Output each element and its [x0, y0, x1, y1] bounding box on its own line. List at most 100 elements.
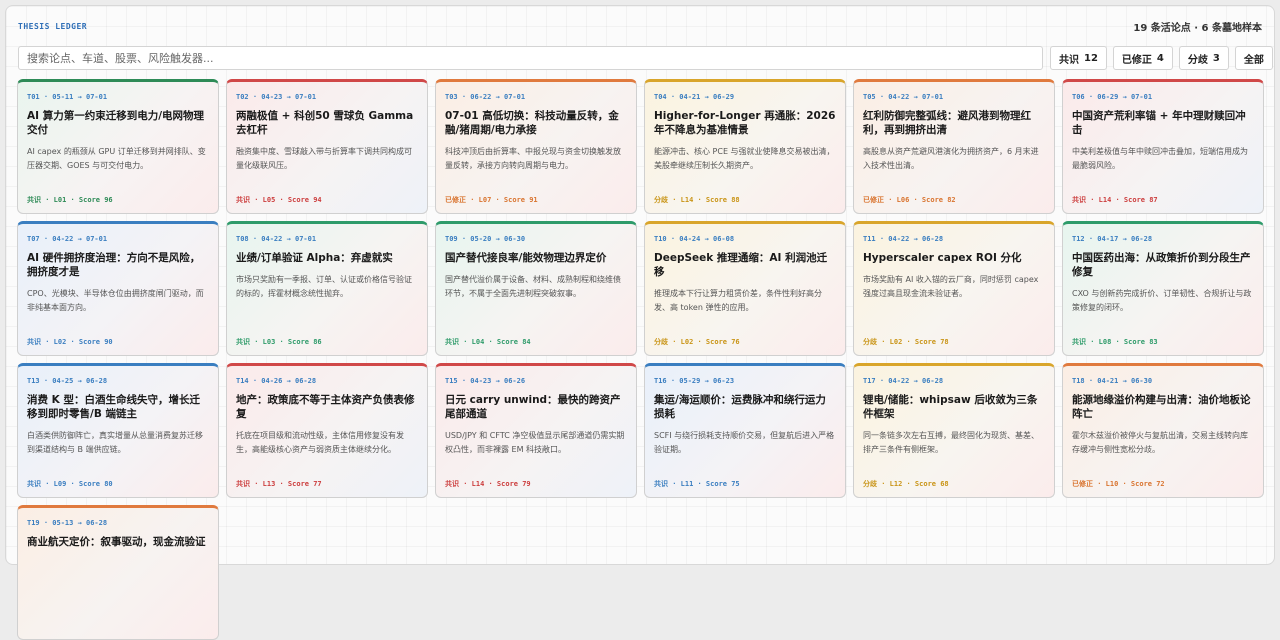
card-description: 科技冲顶后由折算率、中报兑现与资金切换触发放量反转，承接方向转向周期与电力。 [445, 147, 621, 170]
card-meta: T08 · 04-22 → 07-01 [236, 235, 317, 243]
thesis-card[interactable]: T15 · 04-23 → 06-26 日元 carry unwind：最快的跨资… [435, 363, 637, 498]
card-description: 能源冲击、核心 PCE 与强就业使降息交易被出清，美股牵继续压制长久期资产。 [654, 147, 835, 170]
card-footer: 共识 · L01 · Score 96 [27, 196, 113, 204]
card-meta: T14 · 04-26 → 06-28 [236, 377, 317, 385]
card-footer: 共识 · L09 · Score 80 [27, 480, 113, 488]
card-footer: 共识 · L14 · Score 79 [445, 480, 531, 488]
thesis-card[interactable]: T16 · 05-29 → 06-23 集运/海运顺价：运费脉冲和绕行运力损耗 SC… [644, 363, 846, 498]
card-title: 中国资产荒利率锚 + 年中理财赎回冲击 [1072, 110, 1246, 136]
thesis-card[interactable]: T13 · 04-25 → 06-28 消费 K 型：白酒生命线失守，增长迁移到即… [17, 363, 219, 498]
thesis-card[interactable]: T11 · 04-22 → 06-28 Hyperscaler capex ROI… [853, 221, 1055, 356]
card-meta: T19 · 05-13 → 06-28 [27, 519, 108, 527]
card-description: AI capex 的瓶颈从 GPU 订单迁移到并网排队、变压器交期、GOES 与… [27, 147, 206, 170]
thesis-card[interactable]: T02 · 04-23 → 07-01 两融极值 + 科创50 雪球负 Gamma… [226, 79, 428, 214]
card-description: 高股息从资产荒避风港演化为拥挤资产，6 月末进入技术性出清。 [863, 147, 1039, 170]
thesis-card[interactable]: T12 · 04-17 → 06-28 中国医药出海：从政策折价到分段生产修复 CX… [1062, 221, 1264, 356]
thesis-count-summary: 19 条活论点 · 6 条墓地样本 [1133, 22, 1262, 34]
thesis-card[interactable]: T14 · 04-26 → 06-28 地产：政策底不等于主体资产负债表修复 托底在… [226, 363, 428, 498]
card-footer: 共识 · L13 · Score 77 [236, 480, 322, 488]
card-footer: 已修正 · L07 · Score 91 [445, 196, 538, 204]
card-description: 市场只奖励有一季报、订单、认证或价格信号验证的标的，挥霍材概念统性抛弃。 [236, 275, 412, 298]
filter-label: 已修正 [1121, 54, 1152, 66]
filter-count: 3 [1212, 52, 1220, 64]
card-footer: 共识 · L05 · Score 94 [236, 196, 322, 204]
thesis-card[interactable]: T18 · 04-21 → 06-30 能源地缘溢价构建与出清：油价地板论阵亡 霍尔… [1062, 363, 1264, 498]
filter-label: 全部 [1243, 54, 1264, 66]
card-footer: 分歧 · L02 · Score 78 [863, 338, 949, 346]
card-title: 商业航天定价：叙事驱动，现金流验证 [27, 536, 206, 548]
card-description: 融资集中度、雪球敲入带与折算率下调共同构成可量化级联风压。 [236, 147, 412, 170]
card-meta: T11 · 04-22 → 06-28 [863, 235, 944, 243]
card-meta: T10 · 04-24 → 06-08 [654, 235, 735, 243]
card-footer: 分歧 · L12 · Score 68 [863, 480, 949, 488]
card-title: 业绩/订单验证 Alpha：弃虚就实 [236, 252, 393, 264]
card-title: 日元 carry unwind：最快的跨资产尾部通道 [445, 394, 621, 420]
card-footer: 分歧 · L14 · Score 88 [654, 196, 740, 204]
search-input[interactable] [18, 46, 1043, 70]
card-title: DeepSeek 推理通缩：AI 利润池迁移 [654, 252, 828, 278]
card-footer: 共识 · L08 · Score 83 [1072, 338, 1158, 346]
top-bar: THESIS LEDGER 19 条活论点 · 6 条墓地样本 [18, 16, 1262, 36]
thesis-card-grid: T01 · 05-11 → 07-01 AI 算力第一约束迁移到电力/电网物理交付… [17, 79, 1264, 640]
thesis-card[interactable]: T10 · 04-24 → 06-08 DeepSeek 推理通缩：AI 利润池迁… [644, 221, 846, 356]
card-meta: T18 · 04-21 → 06-30 [1072, 377, 1153, 385]
thesis-card[interactable]: T17 · 04-22 → 06-28 锂电/储能：whipsaw 后收敛为三条件… [853, 363, 1055, 498]
card-footer: 已修正 · L10 · Score 72 [1072, 480, 1165, 488]
thesis-card[interactable]: T19 · 05-13 → 06-28 商业航天定价：叙事驱动，现金流验证 [17, 505, 219, 640]
thesis-card[interactable]: T08 · 04-22 → 07-01 业绩/订单验证 Alpha：弃虚就实市场只… [226, 221, 428, 356]
card-meta: T05 · 04-22 → 07-01 [863, 93, 944, 101]
thesis-card[interactable]: T03 · 06-22 → 07-01 07-01 高低切换：科技动量反转，金融/… [435, 79, 637, 214]
card-meta: T04 · 04-21 → 06-29 [654, 93, 735, 101]
card-meta: T09 · 05-20 → 06-30 [445, 235, 526, 243]
card-title: 07-01 高低切换：科技动量反转，金融/猪周期/电力承接 [445, 110, 619, 136]
filter-label: 分歧 [1187, 54, 1208, 66]
card-footer: 共识 · L14 · Score 87 [1072, 196, 1158, 204]
app-window: THESIS LEDGER 19 条活论点 · 6 条墓地样本 共识 12 已修… [5, 5, 1275, 640]
card-description: 市场奖励有 AI 收入锚的云厂商，同时惩罚 capex 强度过高且现金流未验证者… [863, 275, 1039, 298]
card-description: 同一条链多次左右互搏，最终固化为现货、基差、排产三条件有侧框架。 [863, 431, 1039, 454]
card-title: 国产替代接良率/能效物理边界定价 [445, 252, 607, 264]
card-description: CXO 与创新药完成折价、订单韧性、合规折让与政策修复的闭环。 [1072, 289, 1252, 312]
thesis-card[interactable]: T01 · 05-11 → 07-01 AI 算力第一约束迁移到电力/电网物理交付… [17, 79, 219, 214]
card-footer: 分歧 · L02 · Score 76 [654, 338, 740, 346]
card-title: 中国医药出海：从政策折价到分段生产修复 [1072, 252, 1251, 278]
filter-all-button[interactable]: 全部 [1234, 46, 1273, 70]
filter-consensus-button[interactable]: 共识 12 [1050, 46, 1107, 70]
filter-label: 共识 [1059, 54, 1079, 66]
card-meta: T01 · 05-11 → 07-01 [27, 93, 108, 101]
thesis-card[interactable]: T04 · 04-21 → 06-29 Higher-for-Longer 再通胀… [644, 79, 846, 214]
card-title: 两融极值 + 科创50 雪球负 Gamma 去杠杆 [236, 110, 414, 136]
filter-count: 4 [1156, 52, 1164, 64]
card-meta: T17 · 04-22 → 06-28 [863, 377, 944, 385]
filter-divergent-button[interactable]: 分歧 3 [1178, 46, 1229, 70]
thesis-card[interactable]: T06 · 06-29 → 07-01 中国资产荒利率锚 + 年中理财赎回冲击 中美… [1062, 79, 1264, 214]
card-meta: T03 · 06-22 → 07-01 [445, 93, 526, 101]
card-footer: 共识 · L03 · Score 86 [236, 338, 322, 346]
card-description: 推理成本下行让算力租赁价差，条件性利好高分发、高 token 弹性的应用。 [654, 289, 822, 312]
card-description: SCFI 与绕行损耗支持顺价交易，但复航后进入严格验证期。 [654, 431, 835, 454]
thesis-card[interactable]: T07 · 04-22 → 07-01 AI 硬件拥挤度治理：方向不是风险，拥挤度… [17, 221, 219, 356]
thesis-card[interactable]: T05 · 04-22 → 07-01 红利防御完整弧线：避风港到物理红利，再到拥… [853, 79, 1055, 214]
card-description: 国产替代溢价属于设备、材料、成熟制程和绕维债环节，不属于全面先进制程突破叙事。 [445, 275, 621, 298]
card-footer: 共识 · L11 · Score 75 [654, 480, 740, 488]
card-title: Hyperscaler capex ROI 分化 [863, 252, 1022, 264]
filter-revised-button[interactable]: 已修正 4 [1112, 46, 1173, 70]
card-footer: 已修正 · L06 · Score 82 [863, 196, 956, 204]
filter-bar: 共识 12 已修正 4 分歧 3 全部 [1050, 46, 1273, 70]
card-title: 红利防御完整弧线：避风港到物理红利，再到拥挤出清 [863, 110, 1031, 136]
card-meta: T12 · 04-17 → 06-28 [1072, 235, 1153, 243]
thesis-card[interactable]: T09 · 05-20 → 06-30 国产替代接良率/能效物理边界定价国产替代溢… [435, 221, 637, 356]
card-title: 锂电/储能：whipsaw 后收敛为三条件框架 [863, 394, 1038, 420]
card-title: 地产：政策底不等于主体资产负债表修复 [236, 394, 415, 420]
card-meta: T15 · 04-23 → 06-26 [445, 377, 526, 385]
card-description: USD/JPY 和 CFTC 净空极值显示尾部通道仍需实期权凸性，而非裸露 EM… [445, 431, 625, 454]
card-description: 托底在项目级和流动性级，主体信用修复没有发生，高能级核心资产与弱资质主体继续分化… [236, 431, 404, 454]
card-title: AI 算力第一约束迁移到电力/电网物理交付 [27, 110, 205, 136]
card-description: 霍尔木兹溢价被停火与复航出清，交易主线转向库存缓冲与侧性宽松分歧。 [1072, 431, 1248, 454]
card-description: CPO、光模块、半导体仓位由拥挤度闸门驱动，而非纯基本面方向。 [27, 289, 204, 312]
card-title: 能源地缘溢价构建与出清：油价地板论阵亡 [1072, 394, 1251, 420]
card-meta: T06 · 06-29 → 07-01 [1072, 93, 1153, 101]
card-description: 白酒类供防御阵亡，真实增量从总量消费复苏迁移到渠道结构与 B 端供应链。 [27, 431, 203, 454]
card-description: 中美利差极值与年中赎回冲击叠加，短端信用成为最脆弱风险。 [1072, 147, 1248, 170]
card-title: Higher-for-Longer 再通胀：2026 年不降息为基准情景 [654, 110, 836, 136]
